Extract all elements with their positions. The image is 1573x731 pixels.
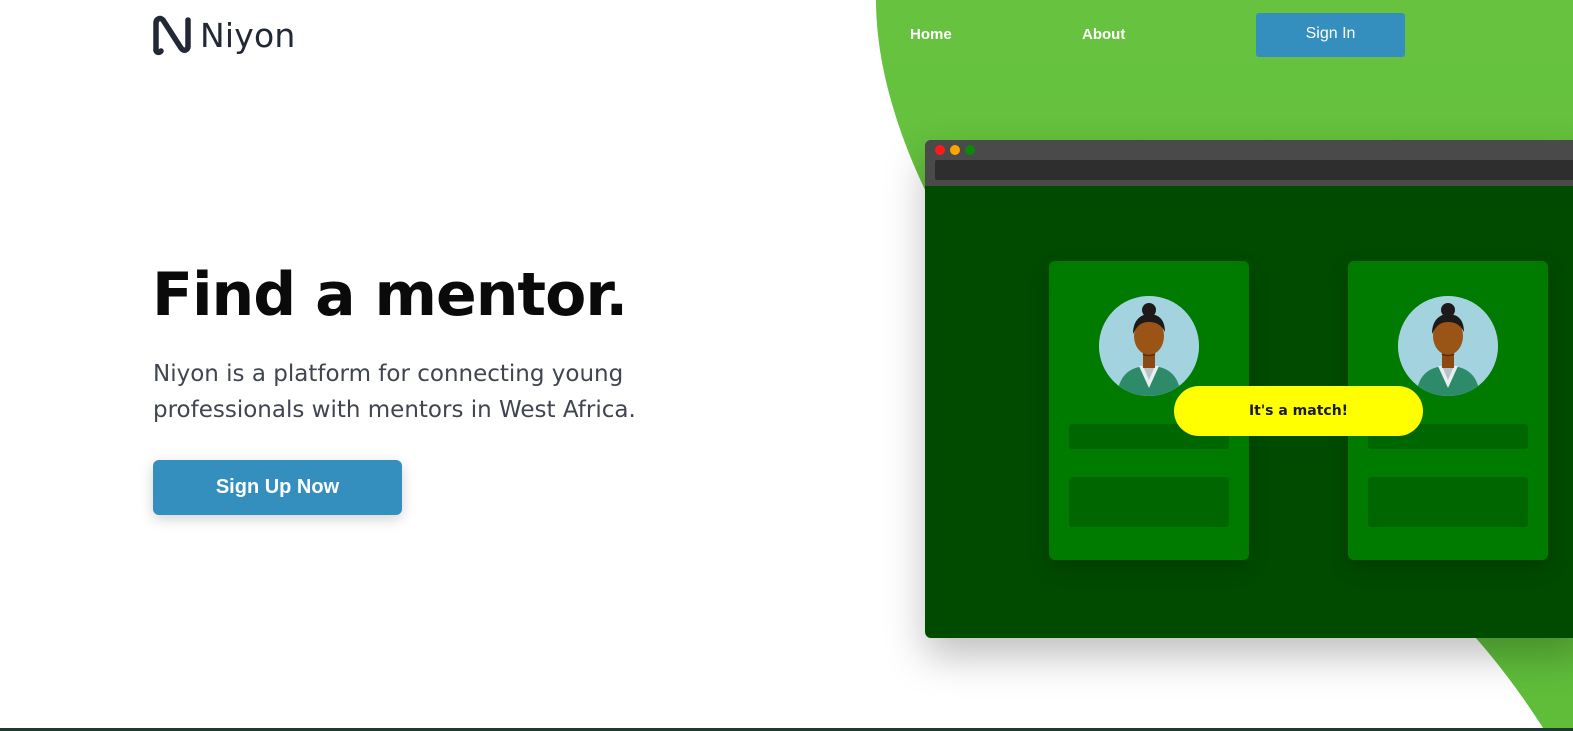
browser-mockup: It's a match! [925,140,1573,638]
window-minimize-dot [950,145,960,155]
window-maximize-dot [965,145,975,155]
profile-details-placeholder [1368,477,1528,527]
profile-details-placeholder [1069,477,1229,527]
browser-address-bar [935,160,1573,180]
hero-title: Find a mentor. [152,260,628,330]
sign-in-button[interactable]: Sign In [1256,13,1405,57]
niyon-n-icon [153,15,191,56]
brand-logo[interactable]: Niyon [152,14,296,56]
nav-home-link[interactable]: Home [910,26,952,43]
brand-name: Niyon [200,15,296,55]
sign-up-now-button[interactable]: Sign Up Now [153,460,402,515]
window-close-dot [935,145,945,155]
mentor-avatar-icon [1398,296,1498,396]
nav-about-link[interactable]: About [1082,26,1125,43]
match-badge: It's a match! [1174,386,1423,436]
browser-title-bar [925,140,1573,186]
hero-subtitle: Niyon is a platform for connecting young… [153,361,636,423]
mentor-avatar-icon [1099,296,1199,396]
landing-page: Niyon Home About Sign In Find a mentor. … [0,0,1573,731]
